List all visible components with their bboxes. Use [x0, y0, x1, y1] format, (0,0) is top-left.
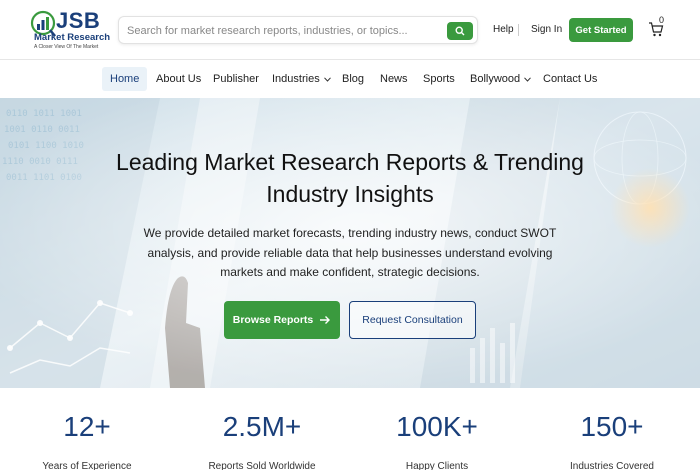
nav-sports[interactable]: Sports	[415, 67, 463, 91]
chevron-down-icon	[323, 76, 331, 82]
stat-item: 100K+ Happy Clients	[362, 410, 512, 470]
nav-industries-label: Industries	[272, 73, 320, 85]
nav-bollywood-label: Bollywood	[470, 73, 521, 85]
nav-home-label: Home	[110, 73, 140, 85]
stat-item: 12+ Years of Experience	[12, 410, 162, 470]
hero-title-line-2: Industry Insights	[266, 181, 434, 207]
nav-about[interactable]: About Us	[148, 67, 209, 91]
stat-label: Reports Sold Worldwide	[208, 461, 316, 470]
hero-title-line-1: Leading Market Research Reports & Trendi…	[116, 149, 584, 175]
nav-publisher[interactable]: Publisher	[205, 67, 267, 91]
stat-label: Industries Covered	[570, 461, 654, 470]
stat-label: Years of Experience	[42, 461, 132, 470]
arrow-right-icon	[320, 316, 331, 324]
hero-section: 0110 1011 1001 1001 0110 0011 0101 1100 …	[0, 98, 700, 388]
header-divider	[518, 24, 519, 36]
get-started-button[interactable]: Get Started	[569, 18, 633, 42]
main-nav: Home About Us Publisher Industries Blog …	[0, 60, 700, 98]
site-header: JSB Market Research A Closer View Of The…	[0, 0, 700, 60]
logo-name: JSB	[56, 8, 101, 33]
hero-description: We provide detailed market forecasts, tr…	[140, 224, 560, 283]
search-bar	[118, 16, 478, 44]
nav-contact-label: Contact Us	[543, 73, 598, 85]
sign-in-link[interactable]: Sign In	[531, 24, 562, 35]
nav-sports-label: Sports	[423, 73, 455, 85]
request-consultation-button[interactable]: Request Consultation	[349, 301, 476, 339]
stat-value: 150+	[580, 411, 644, 442]
nav-publisher-label: Publisher	[213, 73, 259, 85]
stat-label: Happy Clients	[405, 461, 469, 470]
nav-about-label: About Us	[156, 73, 202, 85]
hero-desc-line-2: analysis, and provide reliable data that…	[147, 245, 553, 260]
stat-item: 2.5M+ Reports Sold Worldwide	[187, 410, 337, 470]
search-icon	[455, 26, 465, 36]
browse-reports-label: Browse Reports	[232, 314, 314, 326]
stat-value: 2.5M+	[222, 411, 302, 442]
nav-news[interactable]: News	[372, 67, 416, 91]
hero-title: Leading Market Research Reports & Trendi…	[0, 146, 700, 210]
stats-section: 12+ Years of Experience 2.5M+ Reports So…	[0, 388, 700, 470]
stat-value: 12+	[63, 411, 111, 442]
hero-desc-line-1: We provide detailed market forecasts, tr…	[143, 226, 557, 240]
site-logo[interactable]: JSB Market Research A Closer View Of The…	[30, 8, 110, 52]
nav-industries[interactable]: Industries	[264, 67, 339, 91]
nav-news-label: News	[380, 73, 408, 85]
chevron-down-icon	[524, 76, 532, 82]
nav-bollywood[interactable]: Bollywood	[462, 67, 539, 91]
nav-blog[interactable]: Blog	[334, 67, 372, 91]
nav-blog-label: Blog	[342, 73, 365, 85]
stat-value: 100K+	[396, 411, 478, 442]
help-link[interactable]: Help	[493, 24, 514, 35]
nav-contact[interactable]: Contact Us	[535, 67, 605, 91]
hero-desc-line-3: markets and make confident, strategic de…	[220, 265, 480, 279]
cart-count-badge: 0	[659, 15, 665, 25]
search-input[interactable]	[127, 21, 445, 41]
search-button[interactable]	[447, 22, 473, 40]
browse-reports-button[interactable]: Browse Reports	[224, 301, 340, 339]
nav-home[interactable]: Home	[102, 67, 148, 91]
logo-tagline: A Closer View Of The Market	[34, 44, 99, 50]
stat-item: 150+ Industries Covered	[537, 410, 687, 470]
logo-subtitle: Market Research	[34, 32, 111, 43]
